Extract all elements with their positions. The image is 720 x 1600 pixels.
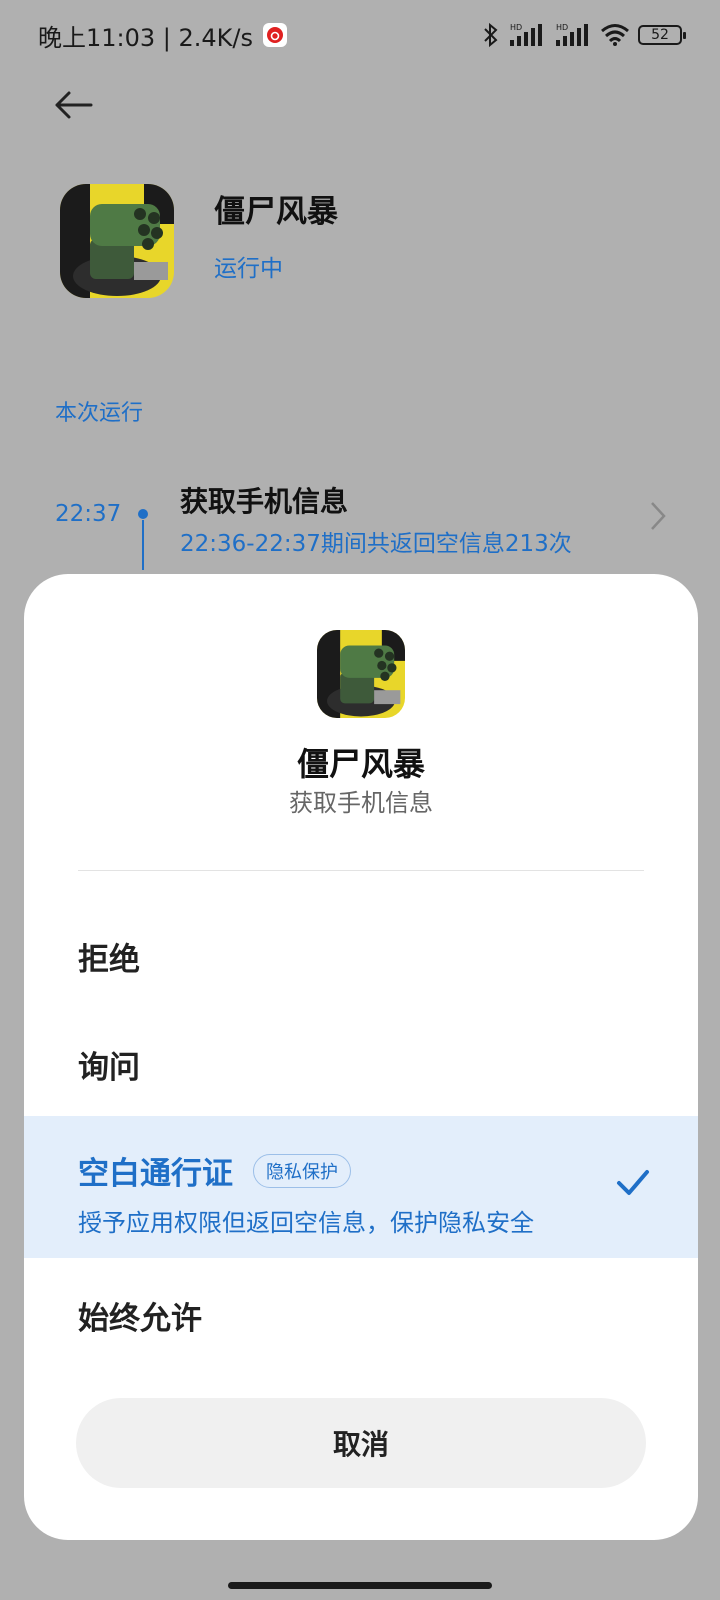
app-status: 运行中 <box>214 256 283 282</box>
app-header: 僵尸风暴 运行中 <box>60 184 338 298</box>
event-desc: 22:36-22:37期间共返回空信息213次 <box>180 531 572 557</box>
status-bar: 晚上11:03 | 2.4K/s HD HD 52 <box>0 0 720 70</box>
app-icon <box>60 184 174 298</box>
bluetooth-icon <box>484 22 498 48</box>
option-blank-pass-desc: 授予应用权限但返回空信息，保护隐私安全 <box>78 1209 534 1237</box>
check-icon <box>617 1170 649 1195</box>
battery-icon: 52 <box>638 25 686 45</box>
event-time: 22:37 <box>55 501 122 527</box>
signal-hd-icon: HD <box>510 23 542 46</box>
app-icon <box>317 630 405 718</box>
timeline-dot <box>138 509 148 519</box>
option-deny[interactable]: 拒绝 <box>24 934 698 979</box>
home-indicator[interactable] <box>228 1582 492 1589</box>
netease-music-icon <box>263 23 288 47</box>
timeline-line <box>142 520 144 570</box>
signal-hd-icon: HD <box>556 23 588 46</box>
app-name: 僵尸风暴 <box>214 194 338 230</box>
option-blank-pass-label: 空白通行证 <box>78 1156 233 1192</box>
option-blank-pass[interactable]: 空白通行证 隐私保护 授予应用权限但返回空信息，保护隐私安全 <box>24 1116 698 1258</box>
section-label: 本次运行 <box>55 401 144 426</box>
back-arrow-icon <box>55 91 93 119</box>
dialog-permission: 获取手机信息 <box>289 789 433 817</box>
status-time-speed: 晚上11:03 | 2.4K/s <box>38 23 254 52</box>
cancel-button[interactable]: 取消 <box>76 1398 646 1488</box>
svg-text:HD: HD <box>510 23 522 32</box>
privacy-badge: 隐私保护 <box>253 1153 351 1188</box>
permission-sheet: 僵尸风暴 获取手机信息 拒绝 询问 空白通行证 隐私保护 授予应用权限但返回空信… <box>24 574 698 1540</box>
option-ask[interactable]: 询问 <box>24 1042 698 1087</box>
option-always-allow[interactable]: 始终允许 <box>24 1293 698 1338</box>
back-button[interactable] <box>50 82 96 128</box>
svg-text:HD: HD <box>556 23 568 32</box>
wifi-icon <box>601 24 629 46</box>
event-title[interactable]: 获取手机信息 <box>180 480 348 520</box>
battery-level: 52 <box>651 27 669 43</box>
chevron-right-icon[interactable] <box>648 500 668 532</box>
divider <box>78 870 644 871</box>
dialog-app-name: 僵尸风暴 <box>296 745 425 783</box>
